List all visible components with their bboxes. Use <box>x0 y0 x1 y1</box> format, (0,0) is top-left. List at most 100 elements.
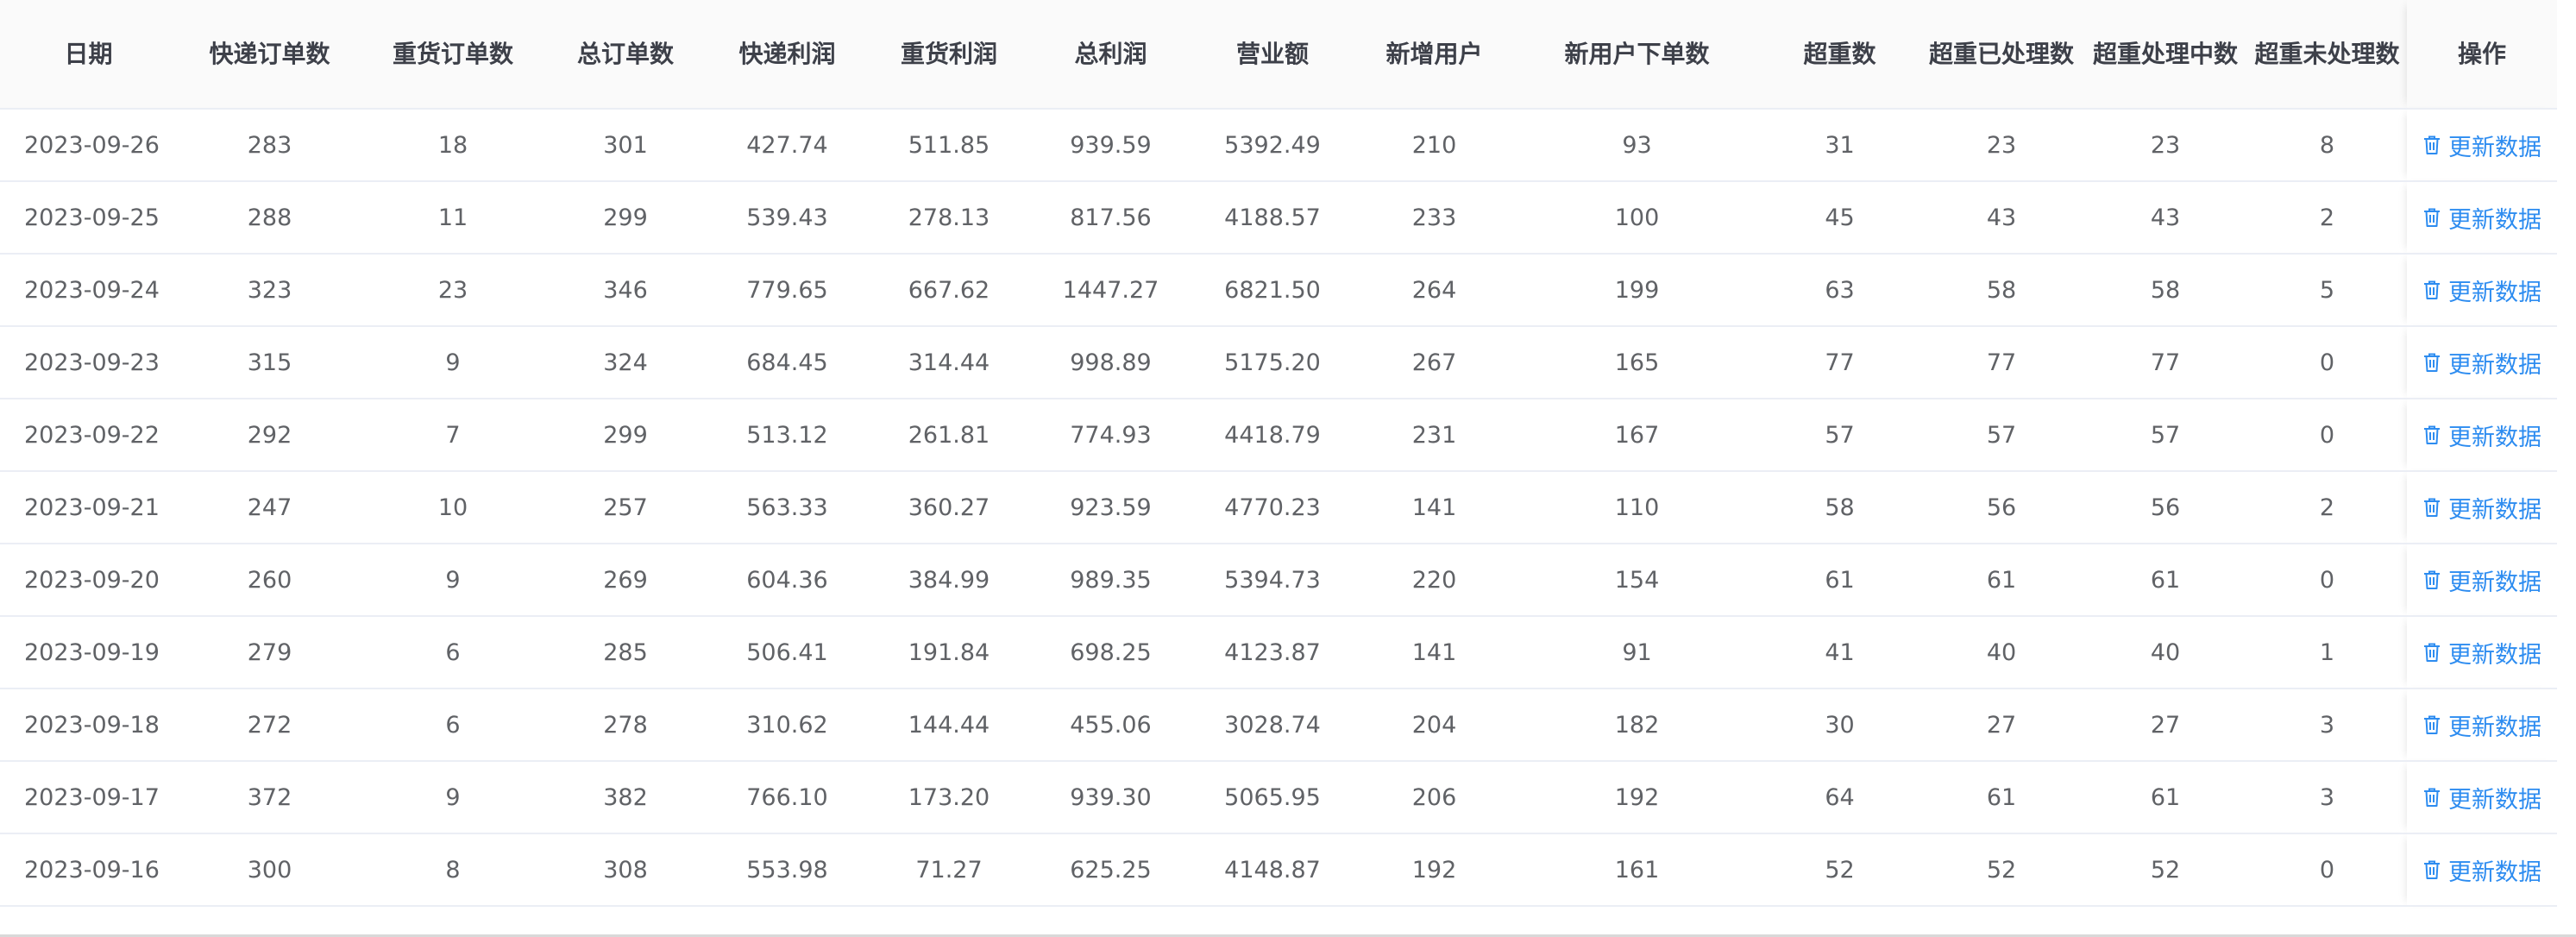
cell-revenue: 4123.87 <box>1191 616 1354 689</box>
cell-overweight-unhandled: 1 <box>2247 616 2407 689</box>
cell-overweight-unhandled: 0 <box>2247 833 2407 907</box>
cell-new-user-orders: 91 <box>1514 616 1760 689</box>
cell-new-users: 141 <box>1354 471 1514 544</box>
column-header-overweight-handled[interactable]: 超重已处理数 <box>1919 0 2083 110</box>
cell-overweight-handled: 57 <box>1919 399 2083 472</box>
cell-heavy-profit: 71.27 <box>867 833 1031 907</box>
cell-express-orders: 247 <box>177 471 362 544</box>
cell-total-profit: 1447.27 <box>1031 254 1191 327</box>
column-header-total-profit[interactable]: 总利润 <box>1031 0 1191 110</box>
cell-express-profit: 506.41 <box>707 616 867 689</box>
column-header-date[interactable]: 日期 <box>0 0 177 110</box>
cell-heavy-orders: 18 <box>362 109 543 182</box>
column-header-overweight-unhandled[interactable]: 超重未处理数 <box>2247 0 2407 110</box>
cell-overweight-handled: 27 <box>1919 689 2083 762</box>
table-row: 2023-09-24 323 23 346 779.65 667.62 1447… <box>0 254 2557 327</box>
cell-overweight-processing: 61 <box>2083 761 2247 834</box>
cell-date: 2023-09-16 <box>0 833 177 907</box>
cell-total-profit: 817.56 <box>1031 181 1191 255</box>
cell-new-users: 233 <box>1354 181 1514 255</box>
update-data-button[interactable]: 更新数据 <box>2422 201 2541 235</box>
column-header-actions: 操作 <box>2407 0 2557 110</box>
cell-overweight: 61 <box>1760 544 1919 617</box>
cell-date: 2023-09-23 <box>0 326 177 399</box>
cell-new-users: 204 <box>1354 689 1514 762</box>
cell-total-orders: 382 <box>543 761 707 834</box>
column-header-total-orders[interactable]: 总订单数 <box>543 0 707 110</box>
column-header-express-orders[interactable]: 快递订单数 <box>177 0 362 110</box>
cell-overweight-handled: 77 <box>1919 326 2083 399</box>
update-data-label: 更新数据 <box>2448 786 2541 814</box>
cell-actions: 更新数据 <box>2407 833 2557 907</box>
cell-total-orders: 299 <box>543 181 707 255</box>
cell-express-orders: 279 <box>177 616 362 689</box>
cell-express-orders: 260 <box>177 544 362 617</box>
header-row: 日期 快递订单数 重货订单数 总订单数 快递利润 重货利润 总利润 营业额 新增… <box>0 0 2557 110</box>
cell-total-orders: 346 <box>543 254 707 327</box>
update-data-button[interactable]: 更新数据 <box>2422 418 2541 452</box>
cell-revenue: 5392.49 <box>1191 109 1354 182</box>
update-data-button[interactable]: 更新数据 <box>2422 346 2541 380</box>
cell-new-user-orders: 199 <box>1514 254 1760 327</box>
column-header-overweight-processing[interactable]: 超重处理中数 <box>2083 0 2247 110</box>
update-data-label: 更新数据 <box>2448 569 2541 596</box>
cell-overweight-processing: 27 <box>2083 689 2247 762</box>
update-data-button[interactable]: 更新数据 <box>2422 853 2541 887</box>
column-header-heavy-orders[interactable]: 重货订单数 <box>362 0 543 110</box>
data-table-container: 日期 快递订单数 重货订单数 总订单数 快递利润 重货利润 总利润 营业额 新增… <box>0 0 2557 937</box>
cell-revenue: 6821.50 <box>1191 254 1354 327</box>
column-header-express-profit[interactable]: 快递利润 <box>707 0 867 110</box>
cell-total-orders: 269 <box>543 544 707 617</box>
column-header-new-user-orders[interactable]: 新用户下单数 <box>1514 0 1760 110</box>
cell-overweight-handled: 40 <box>1919 616 2083 689</box>
table-row: 2023-09-22 292 7 299 513.12 261.81 774.9… <box>0 399 2557 472</box>
column-header-overweight[interactable]: 超重数 <box>1760 0 1919 110</box>
cell-revenue: 5065.95 <box>1191 761 1354 834</box>
update-data-button[interactable]: 更新数据 <box>2422 129 2541 162</box>
cell-heavy-profit: 314.44 <box>867 326 1031 399</box>
cell-express-profit: 684.45 <box>707 326 867 399</box>
update-data-button[interactable]: 更新数据 <box>2422 781 2541 814</box>
column-header-revenue[interactable]: 营业额 <box>1191 0 1354 110</box>
cell-new-user-orders: 165 <box>1514 326 1760 399</box>
cell-new-user-orders: 100 <box>1514 181 1760 255</box>
cell-heavy-orders: 23 <box>362 254 543 327</box>
cell-actions: 更新数据 <box>2407 761 2557 834</box>
cell-heavy-orders: 6 <box>362 689 543 762</box>
update-data-button[interactable]: 更新数据 <box>2422 708 2541 742</box>
table-row: 2023-09-21 247 10 257 563.33 360.27 923.… <box>0 471 2557 544</box>
cell-date: 2023-09-21 <box>0 471 177 544</box>
column-header-heavy-profit[interactable]: 重货利润 <box>867 0 1031 110</box>
cell-overweight-unhandled: 0 <box>2247 544 2407 617</box>
cell-overweight: 52 <box>1760 833 1919 907</box>
cell-new-user-orders: 93 <box>1514 109 1760 182</box>
cell-overweight-unhandled: 2 <box>2247 471 2407 544</box>
update-data-button[interactable]: 更新数据 <box>2422 274 2541 307</box>
cell-total-profit: 939.30 <box>1031 761 1191 834</box>
cell-overweight: 58 <box>1760 471 1919 544</box>
cell-heavy-orders: 7 <box>362 399 543 472</box>
cell-overweight-unhandled: 0 <box>2247 326 2407 399</box>
daily-stats-table: 日期 快递订单数 重货订单数 总订单数 快递利润 重货利润 总利润 营业额 新增… <box>0 0 2557 907</box>
cell-date: 2023-09-18 <box>0 689 177 762</box>
cell-total-profit: 774.93 <box>1031 399 1191 472</box>
update-data-button[interactable]: 更新数据 <box>2422 636 2541 670</box>
cell-express-orders: 323 <box>177 254 362 327</box>
cell-total-profit: 923.59 <box>1031 471 1191 544</box>
column-header-new-users[interactable]: 新增用户 <box>1354 0 1514 110</box>
update-data-label: 更新数据 <box>2448 641 2541 669</box>
cell-overweight-handled: 23 <box>1919 109 2083 182</box>
cell-heavy-orders: 9 <box>362 544 543 617</box>
cell-new-user-orders: 161 <box>1514 833 1760 907</box>
cell-express-profit: 779.65 <box>707 254 867 327</box>
cell-new-users: 231 <box>1354 399 1514 472</box>
cell-overweight: 45 <box>1760 181 1919 255</box>
cell-actions: 更新数据 <box>2407 399 2557 472</box>
update-data-button[interactable]: 更新数据 <box>2422 491 2541 525</box>
cell-heavy-profit: 511.85 <box>867 109 1031 182</box>
cell-express-profit: 427.74 <box>707 109 867 182</box>
cell-actions: 更新数据 <box>2407 254 2557 327</box>
cell-express-orders: 292 <box>177 399 362 472</box>
cell-heavy-profit: 191.84 <box>867 616 1031 689</box>
update-data-button[interactable]: 更新数据 <box>2422 563 2541 597</box>
